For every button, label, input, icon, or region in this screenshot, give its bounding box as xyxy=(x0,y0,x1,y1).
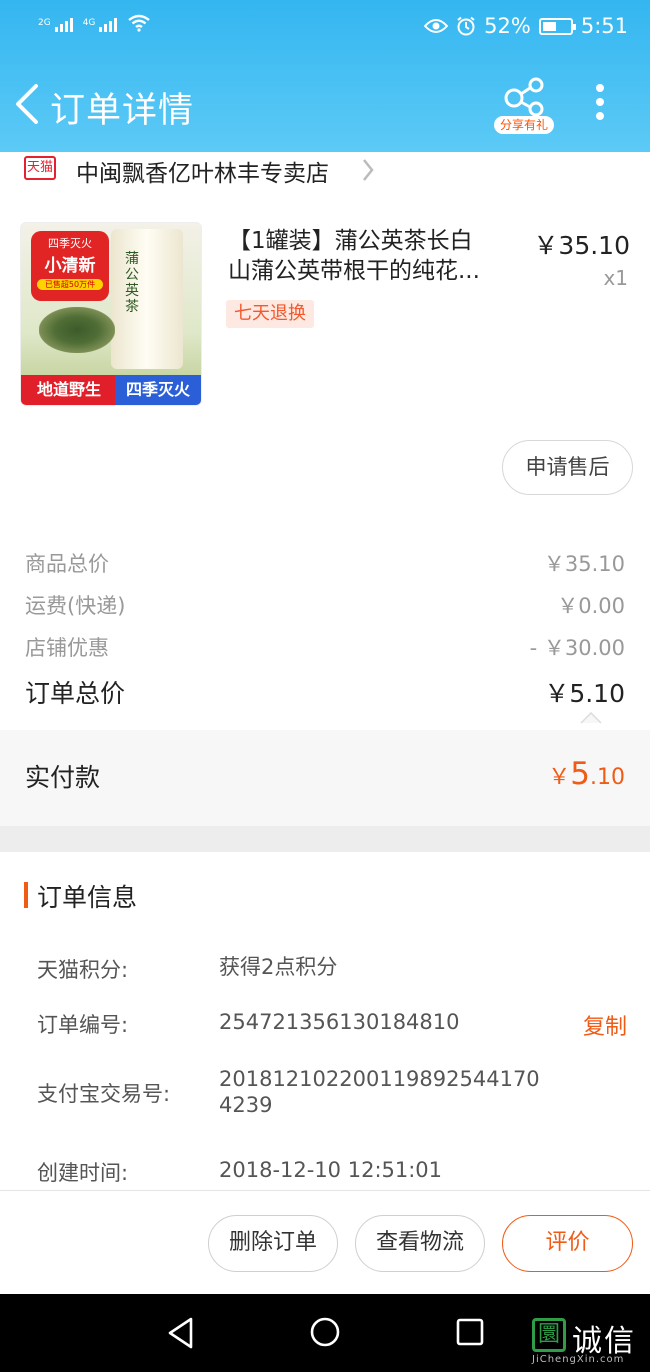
product-title-line1: 【1罐装】蒲公英茶长白 xyxy=(228,228,473,254)
section-divider xyxy=(0,826,650,852)
summary-label: 运费(快递) xyxy=(25,594,126,618)
return-policy-badge: 七天退换 xyxy=(226,300,314,328)
watermark-logo: 圜 诚信 JiChengXin.com xyxy=(532,1316,648,1366)
share-button[interactable]: 分享有礼 xyxy=(494,74,554,134)
thumb-label-left: 地道野生 xyxy=(21,375,117,405)
caret-up-icon xyxy=(580,712,602,724)
status-bar: 2G 4G 52% 5:51 xyxy=(0,0,650,56)
info-value: 2018-12-10 12:51:01 xyxy=(219,1158,443,1182)
alarm-icon xyxy=(457,16,475,36)
paid-amount-row: 实付款 ￥5.10 xyxy=(0,730,650,826)
info-label: 订单编号: xyxy=(37,1013,129,1037)
rate-button[interactable]: 评价 xyxy=(502,1215,633,1272)
summary-row-shipping: 运费(快递) ￥0.00 xyxy=(25,590,625,630)
footer-actions: 删除订单 查看物流 评价 xyxy=(0,1190,650,1294)
signal-icon-2: 4G xyxy=(83,18,118,32)
network-type-2: 4G xyxy=(82,18,96,28)
chevron-right-icon xyxy=(363,159,374,181)
info-label: 创建时间: xyxy=(37,1161,129,1185)
shop-name: 中闽飘香亿叶林丰专卖店 xyxy=(76,161,329,187)
page-title: 订单详情 xyxy=(50,91,195,131)
promo-tag: 四季灭火 小清新 已售超50万件 xyxy=(31,231,109,301)
signal-icon-1: 2G xyxy=(38,18,73,32)
order-info-title: 订单信息 xyxy=(37,883,138,912)
recents-square-icon[interactable] xyxy=(455,1317,485,1347)
shop-row[interactable]: 天猫 中闽飘香亿叶林丰专卖店 xyxy=(0,152,650,188)
summary-row-total: 订单总价 ￥5.10 xyxy=(25,674,625,714)
view-logistics-button[interactable]: 查看物流 xyxy=(355,1215,485,1272)
header: 2G 4G 52% 5:51 订单详情 分享有礼 xyxy=(0,0,650,152)
home-circle-icon[interactable] xyxy=(309,1316,341,1348)
watermark-icon: 圜 xyxy=(532,1318,566,1352)
delete-order-button[interactable]: 删除订单 xyxy=(208,1215,338,1272)
clock-time: 5:51 xyxy=(580,14,628,38)
wifi-icon xyxy=(128,14,151,32)
paid-integer: 5 xyxy=(570,756,590,792)
share-icon xyxy=(504,77,544,117)
summary-row-subtotal: 商品总价 ￥35.10 xyxy=(25,548,625,588)
watermark-url: JiChengXin.com xyxy=(532,1354,625,1365)
back-triangle-icon[interactable] xyxy=(166,1316,196,1350)
summary-value: ￥0.00 xyxy=(557,594,625,618)
product-price: ￥35.10 xyxy=(533,231,630,260)
can-label: 蒲公英茶 xyxy=(125,251,139,315)
heading-accent-bar xyxy=(24,882,28,908)
battery-percent: 52% xyxy=(484,14,531,38)
system-nav-bar: 圜 诚信 JiChengXin.com xyxy=(0,1294,650,1372)
promo-tag-main: 小清新 xyxy=(44,256,96,276)
after-sale-button[interactable]: 申请售后 xyxy=(502,440,633,495)
tea-can-image: 蒲公英茶 xyxy=(111,229,183,369)
paid-label: 实付款 xyxy=(25,763,101,792)
summary-label: 店铺优惠 xyxy=(25,636,109,660)
paid-decimal: .10 xyxy=(590,765,625,790)
copy-button[interactable]: 复制 xyxy=(583,1009,627,1041)
back-arrow-icon[interactable] xyxy=(12,82,42,126)
promo-tag-sub: 已售超50万件 xyxy=(37,279,103,290)
paid-currency: ￥ xyxy=(548,765,571,790)
more-vertical-icon[interactable] xyxy=(592,84,608,124)
product-item[interactable]: 蒲公英茶 四季灭火 小清新 已售超50万件 地道野生 四季灭火 【1罐装】蒲公英… xyxy=(0,220,650,410)
summary-value: - ￥30.00 xyxy=(529,636,625,660)
thumb-label-right: 四季灭火 xyxy=(115,375,201,405)
order-total-value: ￥5.10 xyxy=(544,679,625,708)
info-value: 2018121022001198925441704239 xyxy=(219,1067,540,1117)
info-label: 天猫积分: xyxy=(37,958,129,982)
network-type-1: 2G xyxy=(38,18,51,28)
product-title[interactable]: 【1罐装】蒲公英茶长白 山蒲公英带根干的纯花... xyxy=(228,226,510,286)
order-total-label: 订单总价 xyxy=(25,679,126,708)
nav-bar: 订单详情 分享有礼 xyxy=(0,70,650,140)
product-title-line2: 山蒲公英带根干的纯花... xyxy=(228,258,480,284)
info-value: 获得2点积分 xyxy=(219,955,338,979)
summary-value: ￥35.10 xyxy=(543,552,625,576)
battery-icon xyxy=(538,17,576,35)
tmall-badge: 天猫 xyxy=(24,156,56,180)
share-label: 分享有礼 xyxy=(494,116,554,134)
summary-label: 商品总价 xyxy=(25,552,109,576)
promo-tag-top: 四季灭火 xyxy=(48,237,92,250)
tea-leaves-image xyxy=(39,307,115,353)
info-label: 支付宝交易号: xyxy=(37,1082,171,1106)
product-thumbnail[interactable]: 蒲公英茶 四季灭火 小清新 已售超50万件 地道野生 四季灭火 xyxy=(20,222,202,406)
info-value: 254721356130184810 xyxy=(219,1010,460,1034)
eye-icon xyxy=(424,19,449,33)
product-quantity: x1 xyxy=(603,266,628,290)
paid-value: ￥5.10 xyxy=(548,756,625,792)
summary-row-discount: 店铺优惠 - ￥30.00 xyxy=(25,632,625,672)
